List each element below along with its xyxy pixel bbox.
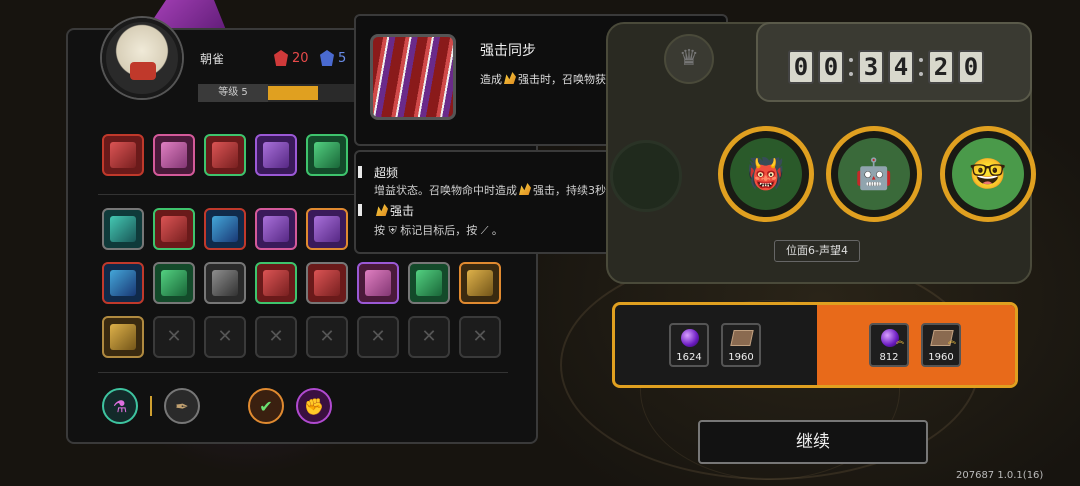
skill-row4-1[interactable] — [102, 316, 144, 358]
locked-skill-slot[interactable] — [306, 316, 348, 358]
keyword-overclock-pre: 增益状态。召唤物命中时造成 — [374, 184, 517, 197]
tooltip-title: 强击同步 — [480, 43, 536, 59]
enemy-portrait-1[interactable]: 👹 — [718, 126, 814, 222]
continue-button[interactable]: 继续 — [698, 420, 928, 464]
keyword-overclock-text: 增益状态。召唤物命中时造成 强击，持续3秒。 — [374, 182, 617, 198]
robot-head-icon: 🤖 — [838, 138, 910, 210]
character-avatar[interactable] — [102, 18, 182, 98]
skill-row3-3[interactable] — [204, 262, 246, 304]
purple-orb-icon — [681, 329, 699, 347]
divider — [98, 372, 508, 373]
level-progress-fill — [268, 86, 318, 100]
skills-row-4 — [102, 316, 501, 358]
previous-enemy-portrait — [610, 140, 682, 212]
locked-skill-slot[interactable] — [153, 316, 195, 358]
level-label: 等级 5 — [198, 84, 268, 102]
timer-digit: 4 — [888, 50, 914, 84]
strike-sync-skill-icon — [370, 34, 456, 120]
skill-row2-1[interactable] — [102, 208, 144, 250]
fist-icon[interactable]: ✊ — [296, 388, 332, 424]
reward-book: 1960 — [721, 323, 761, 367]
equipped-skill-4[interactable] — [255, 134, 297, 176]
locked-skill-slot[interactable] — [357, 316, 399, 358]
equipped-skill-1[interactable] — [102, 134, 144, 176]
red-mask-stat: 20 — [274, 50, 309, 66]
skill-row3-6[interactable] — [357, 262, 399, 304]
timer-colon — [918, 53, 924, 81]
blue-mask-value: 5 — [338, 50, 347, 66]
reward-orb-value: 1624 — [676, 352, 702, 363]
timer-digit: 0 — [958, 50, 984, 84]
stage-label: 位面6-声望4 — [774, 240, 860, 262]
red-mask-value: 20 — [292, 50, 309, 66]
strike-icon — [519, 183, 531, 195]
skill-row2-3[interactable] — [204, 208, 246, 250]
locked-skill-slot[interactable] — [255, 316, 297, 358]
keyword-strike-text: 按 ⛨ 标记目标后，按 ⟋ 。 — [374, 224, 503, 237]
level-progress-bar: 等级 5 — [198, 84, 358, 102]
bonus-orb-value: 812 — [879, 352, 899, 363]
horned-mask-icon: 👹 — [730, 138, 802, 210]
equipped-skill-3[interactable] — [204, 134, 246, 176]
feather-icon[interactable]: ✒ — [164, 388, 200, 424]
equipped-skill-5[interactable] — [306, 134, 348, 176]
bonus-book-value: 1960 — [928, 352, 954, 363]
locked-skill-slot[interactable] — [204, 316, 246, 358]
red-mask-icon — [274, 50, 288, 66]
potion-icon[interactable]: ⚗ — [102, 388, 138, 424]
timer-digit: 2 — [928, 50, 954, 84]
timer-colon — [848, 53, 854, 81]
equipped-skill-2[interactable] — [153, 134, 195, 176]
character-name: 朝雀 — [200, 52, 225, 66]
strike-icon — [504, 72, 516, 84]
blue-mask-icon — [320, 50, 334, 66]
enemy-portrait-3[interactable]: 🤓 — [940, 126, 1036, 222]
keyword-marker — [358, 166, 362, 178]
chevron-up-icon: ︽ — [948, 336, 956, 345]
timer-digit: 3 — [858, 50, 884, 84]
bonus-reward-book: ︽ 1960 — [921, 323, 961, 367]
keyword-strike-label: 强击 — [390, 204, 415, 218]
blue-mask-stat: 5 — [320, 50, 346, 66]
crown-icon: ♛ — [664, 34, 714, 84]
skill-row2-2[interactable] — [153, 208, 195, 250]
skill-row3-5[interactable] — [306, 262, 348, 304]
skill-row3-2[interactable] — [153, 262, 195, 304]
tooltip-desc-pre: 造成 — [480, 73, 502, 86]
skill-row3-7[interactable] — [408, 262, 450, 304]
skill-row3-1[interactable] — [102, 262, 144, 304]
separator — [150, 396, 152, 416]
skills-row-3 — [102, 262, 501, 304]
timer-digit: 0 — [788, 50, 814, 84]
keyword-marker — [358, 204, 362, 216]
book-icon — [730, 330, 754, 346]
keyword-overclock-title: 超频 — [374, 166, 399, 180]
skill-row3-4[interactable] — [255, 262, 297, 304]
locked-skill-slot[interactable] — [459, 316, 501, 358]
reward-panel[interactable]: 1624 1960 ︽ 812 ︽ 1960 — [612, 302, 1018, 388]
keyword-strike-title: 强击 — [374, 202, 414, 219]
skill-row3-8[interactable] — [459, 262, 501, 304]
bonus-reward-orb: ︽ 812 — [869, 323, 909, 367]
locked-skill-slot[interactable] — [408, 316, 450, 358]
skill-row2-4[interactable] — [255, 208, 297, 250]
enemy-portrait-2[interactable]: 🤖 — [826, 126, 922, 222]
reward-book-value: 1960 — [728, 352, 754, 363]
chevron-up-icon: ︽ — [896, 336, 904, 345]
glasses-face-icon: 🤓 — [952, 138, 1024, 210]
reward-bonus-area — [817, 305, 1015, 385]
strike-icon — [376, 204, 388, 216]
keyword-overclock-post: 强击，持续3秒。 — [533, 184, 617, 197]
check-arrow-icon[interactable]: ✔ — [248, 388, 284, 424]
version-label: 207687 1.0.1(16) — [956, 470, 1044, 481]
reward-orb: 1624 — [669, 323, 709, 367]
timer-digit: 0 — [818, 50, 844, 84]
run-timer: 003420 — [788, 50, 984, 84]
relic-bar: ⚗ ✒ ✔ ✊ — [102, 388, 332, 424]
skill-row2-5[interactable] — [306, 208, 348, 250]
